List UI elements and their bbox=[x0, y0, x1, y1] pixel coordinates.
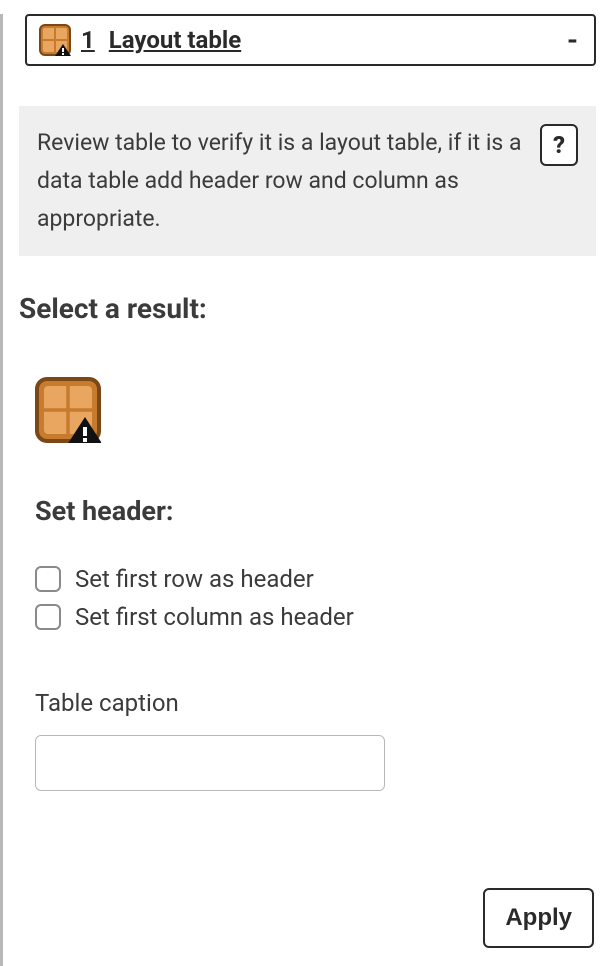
layout-table-warning-icon bbox=[35, 377, 101, 443]
first-col-header-checkbox[interactable] bbox=[35, 604, 61, 630]
first-row-header-checkbox[interactable] bbox=[35, 566, 61, 592]
table-caption-input[interactable] bbox=[35, 735, 385, 791]
first-row-header-option: Set first row as header bbox=[35, 565, 610, 593]
item-selector[interactable]: 1 Layout table - bbox=[25, 14, 596, 66]
help-icon: ? bbox=[553, 131, 565, 159]
caption-section: Table caption bbox=[35, 689, 610, 791]
first-row-header-label: Set first row as header bbox=[75, 565, 314, 593]
table-caption-label: Table caption bbox=[35, 689, 610, 717]
set-header-heading: Set header: bbox=[35, 495, 610, 527]
first-col-header-label: Set first column as header bbox=[75, 603, 354, 631]
help-button[interactable]: ? bbox=[540, 124, 578, 166]
description-panel: Review table to verify it is a layout ta… bbox=[19, 106, 596, 256]
description-text: Review table to verify it is a layout ta… bbox=[37, 124, 530, 238]
item-title: Layout table bbox=[109, 26, 241, 54]
collapse-toggle[interactable]: - bbox=[567, 24, 578, 57]
layout-table-warning-icon bbox=[39, 24, 71, 56]
apply-button[interactable]: Apply bbox=[483, 888, 594, 948]
header-options: Set first row as header Set first column… bbox=[35, 565, 610, 631]
select-result-heading: Select a result: bbox=[19, 292, 610, 325]
item-number: 1 bbox=[81, 26, 95, 54]
first-col-header-option: Set first column as header bbox=[35, 603, 610, 631]
